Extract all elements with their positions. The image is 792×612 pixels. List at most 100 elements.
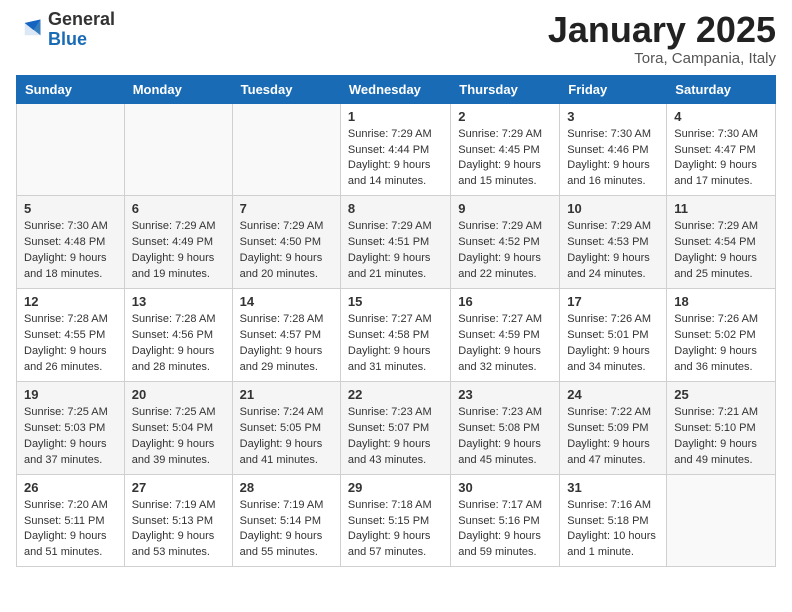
cell-content: Sunrise: 7:19 AMSunset: 5:13 PMDaylight:…	[132, 498, 225, 562]
sunset-line: Sunset: 4:44 PM	[348, 143, 443, 159]
cell-content: Sunrise: 7:17 AMSunset: 5:16 PMDaylight:…	[458, 498, 552, 562]
sunrise-line: Sunrise: 7:29 AM	[348, 127, 443, 143]
col-thursday: Thursday	[451, 75, 560, 103]
calendar-cell: 7Sunrise: 7:29 AMSunset: 4:50 PMDaylight…	[232, 196, 340, 289]
sunset-line: Sunset: 4:51 PM	[348, 235, 443, 251]
day-number: 21	[240, 387, 333, 402]
sunrise-line: Sunrise: 7:21 AM	[674, 405, 768, 421]
cell-content: Sunrise: 7:28 AMSunset: 4:57 PMDaylight:…	[240, 312, 333, 376]
calendar-cell: 17Sunrise: 7:26 AMSunset: 5:01 PMDayligh…	[560, 289, 667, 382]
daylight-line: Daylight: 9 hours and 47 minutes.	[567, 437, 659, 469]
calendar-cell: 10Sunrise: 7:29 AMSunset: 4:53 PMDayligh…	[560, 196, 667, 289]
day-number: 11	[674, 201, 768, 216]
daylight-line: Daylight: 9 hours and 39 minutes.	[132, 437, 225, 469]
daylight-line: Daylight: 9 hours and 26 minutes.	[24, 344, 117, 376]
sunrise-line: Sunrise: 7:23 AM	[458, 405, 552, 421]
calendar-cell: 8 Sunrise: 7:29 AMSunset: 4:51 PMDaylight…	[340, 196, 450, 289]
sunrise-line: Sunrise: 7:29 AM	[132, 219, 225, 235]
daylight-line: Daylight: 9 hours and 36 minutes.	[674, 344, 768, 376]
day-number: 16	[458, 294, 552, 309]
daylight-line: Daylight: 9 hours and 19 minutes.	[132, 251, 225, 283]
col-saturday: Saturday	[667, 75, 776, 103]
sunset-line: Sunset: 4:58 PM	[348, 328, 443, 344]
day-number: 5	[24, 201, 117, 216]
sunrise-line: Sunrise: 7:30 AM	[24, 219, 117, 235]
day-number: 19	[24, 387, 117, 402]
cell-content: Sunrise: 7:29 AMSunset: 4:51 PMDaylight:…	[348, 219, 443, 283]
cell-content: Sunrise: 7:22 AMSunset: 5:09 PMDaylight:…	[567, 405, 659, 469]
daylight-line: Daylight: 9 hours and 53 minutes.	[132, 529, 225, 561]
day-number: 26	[24, 480, 117, 495]
month-title: January 2025	[548, 10, 776, 50]
sunset-line: Sunset: 4:59 PM	[458, 328, 552, 344]
sunset-line: Sunset: 5:07 PM	[348, 421, 443, 437]
sunset-line: Sunset: 4:47 PM	[674, 143, 768, 159]
daylight-line: Daylight: 9 hours and 14 minutes.	[348, 158, 443, 190]
calendar-cell: 15Sunrise: 7:27 AMSunset: 4:58 PMDayligh…	[340, 289, 450, 382]
day-number: 2	[458, 109, 552, 124]
sunset-line: Sunset: 4:48 PM	[24, 235, 117, 251]
daylight-line: Daylight: 9 hours and 43 minutes.	[348, 437, 443, 469]
calendar-cell: 2Sunrise: 7:29 AMSunset: 4:45 PMDaylight…	[451, 103, 560, 196]
sunrise-line: Sunrise: 7:26 AM	[567, 312, 659, 328]
calendar-cell: 30Sunrise: 7:17 AMSunset: 5:16 PMDayligh…	[451, 474, 560, 567]
page: General Blue January 2025 Tora, Campania…	[0, 0, 792, 583]
cell-content: Sunrise: 7:21 AMSunset: 5:10 PMDaylight:…	[674, 405, 768, 469]
sunset-line: Sunset: 5:18 PM	[567, 514, 659, 530]
sunrise-line: Sunrise: 7:29 AM	[458, 127, 552, 143]
sunrise-line: Sunrise: 7:22 AM	[567, 405, 659, 421]
calendar-cell: 25Sunrise: 7:21 AMSunset: 5:10 PMDayligh…	[667, 381, 776, 474]
day-number: 28	[240, 480, 333, 495]
daylight-line: Daylight: 9 hours and 17 minutes.	[674, 158, 768, 190]
cell-content: Sunrise: 7:16 AMSunset: 5:18 PMDaylight:…	[567, 498, 659, 562]
calendar-cell	[17, 103, 125, 196]
cell-content: Sunrise: 7:23 AMSunset: 5:07 PMDaylight:…	[348, 405, 443, 469]
week-row-2: 5 Sunrise: 7:30 AMSunset: 4:48 PM Daylight…	[17, 196, 776, 289]
sunset-line: Sunset: 5:16 PM	[458, 514, 552, 530]
cell-content: Sunrise: 7:29 AMSunset: 4:52 PMDaylight:…	[458, 219, 552, 283]
calendar-cell: 9 Sunrise: 7:29 AMSunset: 4:52 PMDaylight…	[451, 196, 560, 289]
sunset-line: Sunset: 5:13 PM	[132, 514, 225, 530]
calendar-cell: 16Sunrise: 7:27 AMSunset: 4:59 PMDayligh…	[451, 289, 560, 382]
day-number: 12	[24, 294, 117, 309]
col-tuesday: Tuesday	[232, 75, 340, 103]
sunset-line: Sunset: 4:45 PM	[458, 143, 552, 159]
title-block: January 2025 Tora, Campania, Italy	[548, 10, 776, 67]
daylight-line: Daylight: 9 hours and 49 minutes.	[674, 437, 768, 469]
cell-content: Sunrise: 7:28 AMSunset: 4:55 PMDaylight:…	[24, 312, 117, 376]
calendar-cell: 3 Sunrise: 7:30 AMSunset: 4:46 PMDaylight…	[560, 103, 667, 196]
sunrise-line: Sunrise: 7:24 AM	[240, 405, 333, 421]
sunrise-line: Sunrise: 7:28 AM	[132, 312, 225, 328]
cell-content: Sunrise: 7:29 AMSunset: 4:44 PMDaylight:…	[348, 127, 443, 191]
day-number: 4	[674, 109, 768, 124]
daylight-line: Daylight: 9 hours and 37 minutes.	[24, 437, 117, 469]
day-number: 9	[458, 201, 552, 216]
daylight-line: Daylight: 9 hours and 51 minutes.	[24, 529, 117, 561]
day-number: 8	[348, 201, 443, 216]
cell-content: Sunrise: 7:20 AMSunset: 5:11 PMDaylight:…	[24, 498, 117, 562]
day-number: 6	[132, 201, 225, 216]
daylight-line: Daylight: 9 hours and 20 minutes.	[240, 251, 333, 283]
location: Tora, Campania, Italy	[548, 50, 776, 67]
sunset-line: Sunset: 5:03 PM	[24, 421, 117, 437]
calendar-cell	[124, 103, 232, 196]
day-number: 20	[132, 387, 225, 402]
daylight-line: Daylight: 9 hours and 25 minutes.	[674, 251, 768, 283]
calendar-cell: 31Sunrise: 7:16 AMSunset: 5:18 PMDayligh…	[560, 474, 667, 567]
sunrise-line: Sunrise: 7:29 AM	[567, 219, 659, 235]
calendar-header-row: Sunday Monday Tuesday Wednesday Thursday…	[17, 75, 776, 103]
day-number: 22	[348, 387, 443, 402]
sunrise-line: Sunrise: 7:27 AM	[458, 312, 552, 328]
col-sunday: Sunday	[17, 75, 125, 103]
sunrise-line: Sunrise: 7:30 AM	[567, 127, 659, 143]
sunrise-line: Sunrise: 7:30 AM	[674, 127, 768, 143]
sunrise-line: Sunrise: 7:18 AM	[348, 498, 443, 514]
cell-content: Sunrise: 7:26 AMSunset: 5:01 PMDaylight:…	[567, 312, 659, 376]
calendar-cell: 5Sunrise: 7:30 AMSunset: 4:48 PMDaylight…	[17, 196, 125, 289]
cell-content: Sunrise: 7:30 AMSunset: 4:46 PMDaylight:…	[567, 127, 659, 191]
calendar-cell: 6Sunrise: 7:29 AMSunset: 4:49 PMDaylight…	[124, 196, 232, 289]
day-number: 3	[567, 109, 659, 124]
day-number: 13	[132, 294, 225, 309]
sunset-line: Sunset: 5:01 PM	[567, 328, 659, 344]
sunrise-line: Sunrise: 7:29 AM	[458, 219, 552, 235]
